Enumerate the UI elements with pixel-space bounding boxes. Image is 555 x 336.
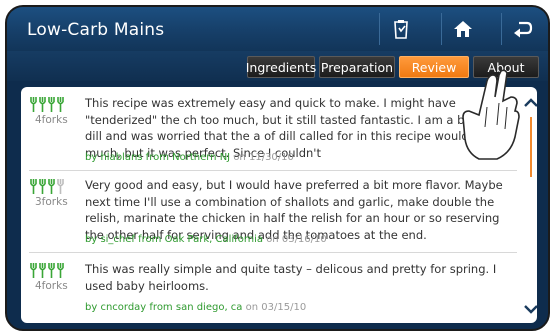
fork-icon	[48, 97, 55, 112]
list-item: 3forks Very good and easy, but I would h…	[21, 178, 521, 251]
tab-review[interactable]: Review	[399, 56, 469, 78]
review-date-prefix: on	[266, 234, 279, 245]
fork-icon	[57, 179, 64, 194]
list-item: 4forks This recipe was extremely easy an…	[21, 96, 521, 169]
review-date: 11/30/10	[248, 152, 294, 163]
review-list[interactable]: 4forks This recipe was extremely easy an…	[21, 87, 537, 323]
tab-preparation[interactable]: Preparation	[319, 56, 395, 78]
fork-icon	[39, 179, 46, 194]
fork-icon	[57, 97, 64, 112]
review-author: by cncorday from san diego, ca	[85, 302, 243, 313]
review-date: 03/15/10	[261, 302, 307, 313]
fork-icon	[48, 263, 55, 278]
scroll-down-button[interactable]	[521, 301, 537, 317]
tab-ingredients[interactable]: Ingredients	[246, 56, 316, 78]
rating-forks: 4forks	[29, 263, 69, 292]
device-frame: Low-Carb Mains Ingredients Preparation R…	[5, 5, 550, 331]
scroll-up-button[interactable]	[521, 95, 537, 111]
review-author: by si_chef from Oak Park, California	[85, 234, 263, 245]
rating-label: 4forks	[35, 114, 68, 126]
review-date: 03/16/10	[281, 234, 327, 245]
tab-bar: Ingredients Preparation Review About	[7, 51, 548, 81]
divider	[29, 252, 517, 253]
list-item: 4forks This was really simple and quite …	[21, 262, 521, 318]
fork-icon	[30, 97, 37, 112]
header-bar: Low-Carb Mains	[7, 7, 548, 52]
fork-icon	[48, 179, 55, 194]
fork-icon	[39, 263, 46, 278]
review-byline: by si_chef from Oak Park, California on …	[85, 234, 327, 245]
home-icon	[454, 21, 472, 37]
rating-label: 3forks	[35, 196, 68, 208]
rating-forks: 4forks	[29, 97, 69, 126]
review-date-prefix: on	[233, 152, 246, 163]
fork-icon	[30, 263, 37, 278]
back-button[interactable]	[501, 13, 544, 45]
review-byline: by cncorday from san diego, ca on 03/15/…	[85, 302, 306, 313]
fork-icon	[57, 263, 64, 278]
review-text: This was really simple and quite tasty –…	[85, 262, 497, 293]
review-author: by hlablans from Northern NJ	[85, 152, 231, 163]
page-title: Low-Carb Mains	[27, 20, 165, 40]
review-byline: by hlablans from Northern NJ on 11/30/10	[85, 152, 294, 163]
fork-icon	[30, 179, 37, 194]
review-date-prefix: on	[245, 302, 259, 313]
fork-icon	[39, 97, 46, 112]
tab-about[interactable]: About	[473, 56, 539, 78]
fork-rating-icon	[30, 179, 64, 194]
recipe-list-icon	[394, 20, 408, 39]
fork-rating-icon	[30, 97, 64, 112]
scrollbar-thumb[interactable]	[530, 117, 532, 177]
chevron-down-icon	[524, 305, 537, 314]
recipe-list-button[interactable]	[379, 13, 422, 45]
home-button[interactable]	[441, 13, 484, 45]
fork-rating-icon	[30, 263, 64, 278]
rating-forks: 3forks	[29, 179, 69, 208]
back-icon	[514, 21, 533, 38]
divider	[29, 170, 517, 171]
chevron-up-icon	[524, 98, 537, 107]
rating-label: 4forks	[35, 280, 68, 292]
